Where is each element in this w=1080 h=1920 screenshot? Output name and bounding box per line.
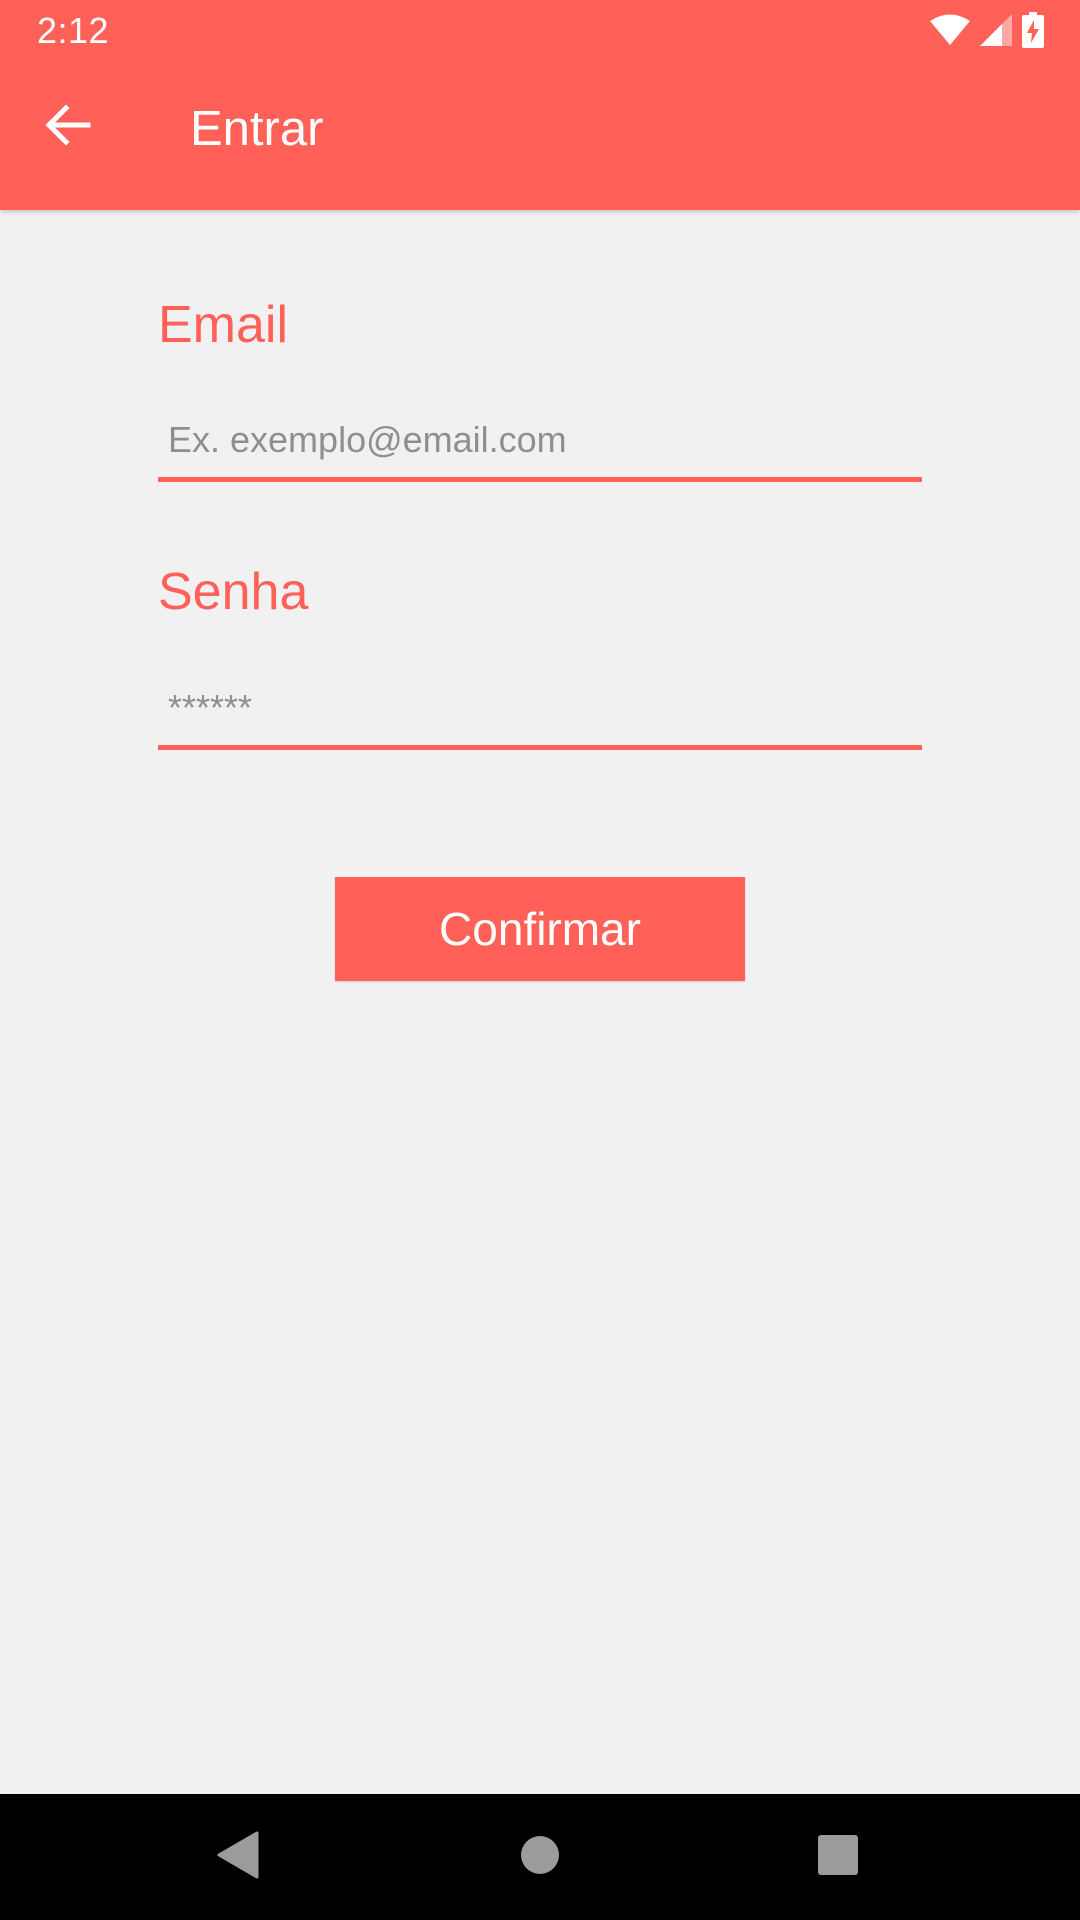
nav-back-icon [217,1831,261,1884]
back-button[interactable] [26,85,110,169]
app-bar: Entrar [0,63,1080,210]
nav-home-button[interactable] [475,1794,605,1920]
password-label: Senha [158,563,309,621]
login-form: Email Senha Confirmar [0,210,1080,1794]
nav-back-button[interactable] [174,1794,304,1920]
email-field[interactable] [158,402,922,482]
status-bar: 2:12 [0,0,1080,63]
nav-recents-button[interactable] [773,1794,903,1920]
page-title: Entrar [190,102,324,156]
confirm-button[interactable]: Confirmar [335,877,745,981]
navigation-bar [0,1794,1080,1920]
password-field[interactable] [158,670,922,750]
wifi-icon [930,14,970,51]
arrow-back-icon [44,101,92,154]
signal-icon [980,13,1012,51]
battery-charging-icon [1022,11,1044,53]
status-icons [930,11,1044,53]
nav-recents-icon [818,1834,858,1880]
status-time: 2:12 [37,10,110,51]
nav-home-icon [520,1835,560,1880]
email-label: Email [158,296,289,354]
